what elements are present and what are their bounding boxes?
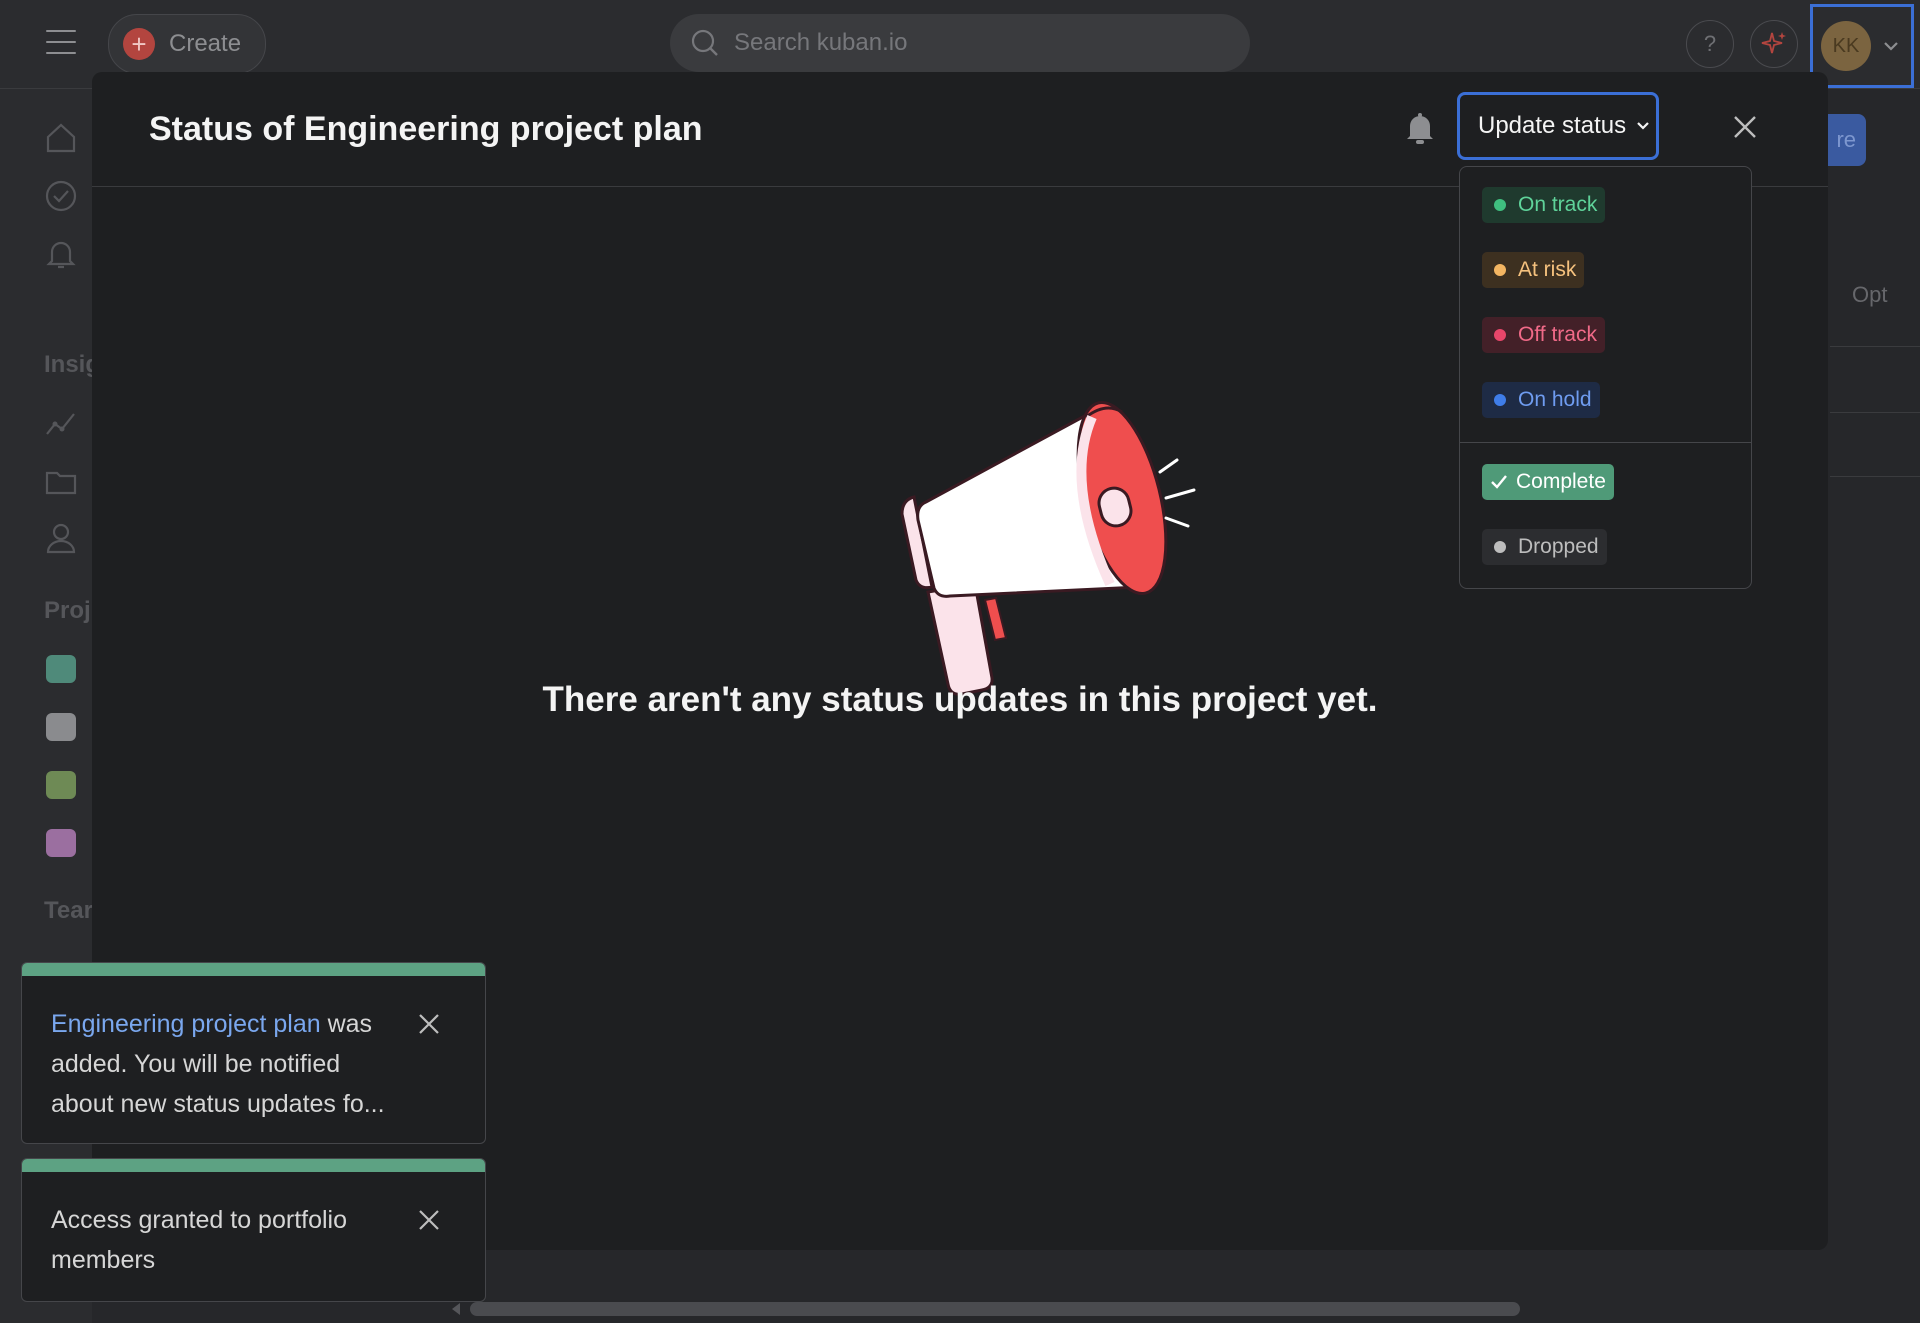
check-circle-icon[interactable] (44, 179, 78, 213)
teams-label: Tear (44, 897, 93, 924)
status-on-track[interactable]: On track (1482, 187, 1606, 223)
megaphone-illustration (900, 400, 1196, 696)
status-label: Dropped (1518, 535, 1599, 558)
menu-icon[interactable] (46, 30, 76, 56)
plus-icon: + (123, 28, 155, 60)
check-icon (1491, 475, 1507, 489)
divider (1830, 346, 1920, 347)
status-complete[interactable]: Complete (1482, 464, 1614, 500)
options-label[interactable]: Opt (1852, 282, 1887, 308)
status-dot (1494, 541, 1506, 553)
divider (1460, 442, 1751, 443)
help-glyph: ? (1703, 31, 1717, 56)
help-icon[interactable]: ? (1686, 20, 1734, 68)
chevron-down-icon (1637, 122, 1649, 130)
status-at-risk[interactable]: At risk (1482, 252, 1585, 288)
home-icon[interactable] (44, 121, 78, 155)
project-color-2[interactable] (46, 771, 76, 799)
status-label: Off track (1518, 323, 1597, 346)
close-icon[interactable] (418, 1209, 440, 1231)
divider (1830, 476, 1920, 477)
status-off-track[interactable]: Off track (1482, 317, 1605, 353)
status-label: At risk (1518, 258, 1577, 281)
empty-state-message: There aren't any status updates in this … (542, 680, 1378, 719)
avatar: KK (1821, 21, 1871, 71)
toast-message: Engineering project plan was added. You … (51, 1004, 401, 1124)
bell-icon[interactable] (44, 237, 78, 271)
status-dot (1494, 264, 1506, 276)
sparkle-icon[interactable] (1750, 20, 1798, 68)
close-icon[interactable] (1732, 114, 1758, 140)
status-dropped[interactable]: Dropped (1482, 529, 1607, 565)
scroll-left-icon[interactable] (450, 1302, 462, 1316)
modal-title: Status of Engineering project plan (149, 110, 703, 148)
project-folder-2[interactable] (46, 829, 76, 857)
project-link[interactable]: Engineering project plan (51, 1010, 321, 1038)
status-label: Complete (1516, 470, 1606, 493)
folder-icon[interactable] (44, 465, 78, 499)
status-label: On hold (1518, 388, 1592, 411)
update-status-button[interactable]: Update status (1457, 92, 1659, 160)
toast-accent-bar (22, 963, 485, 976)
search-icon (691, 29, 718, 56)
user-icon[interactable] (44, 521, 78, 555)
divider (1830, 412, 1920, 413)
status-label: On track (1518, 193, 1598, 216)
close-icon[interactable] (418, 1013, 440, 1035)
scrollbar-thumb[interactable] (470, 1302, 1520, 1316)
search-placeholder: Search kuban.io (734, 29, 908, 56)
create-button[interactable]: + Create (108, 14, 266, 74)
search-input[interactable]: Search kuban.io (670, 14, 1250, 72)
toast-notification: Access granted to portfolio members (21, 1158, 486, 1302)
status-dot (1494, 394, 1506, 406)
status-dropdown: On track At risk Off track On hold Compl… (1459, 166, 1752, 589)
status-on-hold[interactable]: On hold (1482, 382, 1600, 418)
bell-icon[interactable] (1404, 112, 1436, 146)
status-dot (1494, 329, 1506, 341)
toast-message: Access granted to portfolio members (51, 1206, 347, 1274)
share-label: re (1836, 127, 1856, 152)
toast-notification: Engineering project plan was added. You … (21, 962, 486, 1144)
horizontal-scrollbar[interactable] (450, 1298, 1920, 1318)
create-label: Create (169, 30, 242, 57)
toast-accent-bar (22, 1159, 485, 1172)
chart-line-icon[interactable] (44, 407, 78, 441)
projects-label: Proj (44, 597, 91, 624)
project-folder-1[interactable] (46, 713, 76, 741)
update-status-label: Update status (1478, 112, 1627, 139)
status-dot (1494, 199, 1506, 211)
project-color-1[interactable] (46, 655, 76, 683)
chevron-down-icon (1884, 42, 1898, 51)
